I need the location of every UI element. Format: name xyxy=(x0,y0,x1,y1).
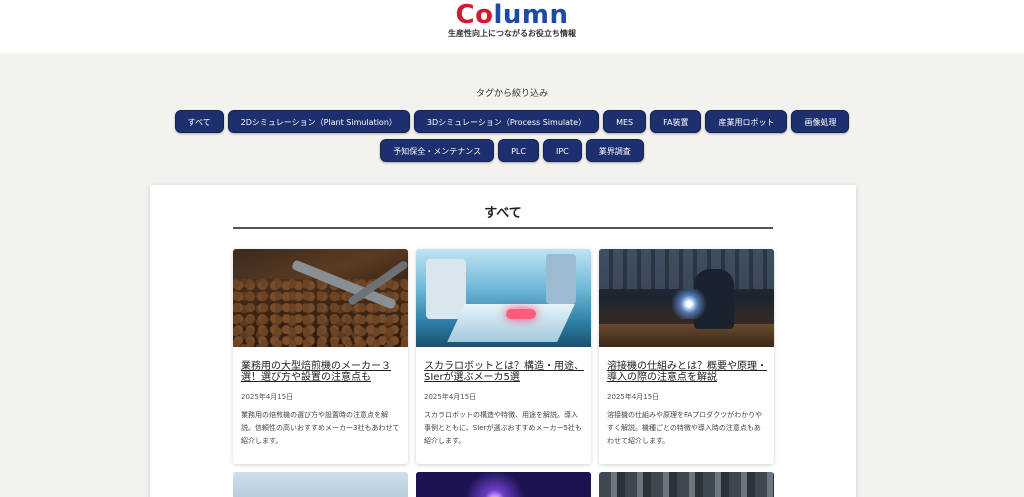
article-thumbnail[interactable] xyxy=(233,472,408,497)
coffee-roaster-image[interactable] xyxy=(233,249,408,347)
coffee-beans-shape xyxy=(233,279,408,347)
section-title: すべて xyxy=(484,206,522,221)
scara-robot-image[interactable] xyxy=(416,249,591,347)
article-title-link[interactable]: 業務用の大型焙煎機のメーカー３選！選び方や設置の注意点も xyxy=(241,361,401,383)
article-title-link[interactable]: 溶接機の仕組みとは？概要や原理・導入の際の注意点を解説 xyxy=(607,361,767,383)
section-divider xyxy=(233,227,773,229)
article-card[interactable]: スカラロボットとは？構造・用途、SIerが選ぶメーカ5選 2025年4月15日 … xyxy=(416,249,591,464)
tag-row-1: すべて 2Dシミュレーション（Plant Simulation） 3Dシミュレー… xyxy=(0,110,1024,133)
article-thumbnail[interactable] xyxy=(599,472,774,497)
factory-floor-shape xyxy=(599,324,774,347)
welding-image[interactable] xyxy=(599,249,774,347)
logo-part-red: Co xyxy=(455,0,494,30)
site-tagline: 生産性向上につながるお役立ち情報 xyxy=(448,29,576,38)
article-date: 2025年4月15日 xyxy=(424,393,477,401)
article-date: 2025年4月15日 xyxy=(241,393,294,401)
robot-arm-shape xyxy=(546,254,576,304)
article-card-partial[interactable] xyxy=(599,472,774,497)
article-card-partial[interactable] xyxy=(233,472,408,497)
article-description: 業務用の焙煎機の選び方や設置時の注意点を解説。信頼性の高いおすすめメーカー3社も… xyxy=(241,411,400,445)
tag-row-2: 予知保全・メンテナンス PLC IPC 業界調査 xyxy=(0,139,1024,162)
site-logo[interactable]: Column xyxy=(0,0,1024,30)
site-header: Column 生産性向上につながるお役立ち情報 xyxy=(0,0,1024,53)
tag-industry-research[interactable]: 業界調査 xyxy=(585,139,644,162)
article-date: 2025年4月15日 xyxy=(607,393,660,401)
tag-industrial-robot[interactable]: 産業用ロボット xyxy=(705,110,788,133)
tag-all[interactable]: すべて xyxy=(174,110,224,133)
tag-mes[interactable]: MES xyxy=(603,110,647,133)
factory-window-shape xyxy=(599,249,774,289)
article-thumbnail[interactable] xyxy=(416,472,591,497)
tag-predictive-maintenance[interactable]: 予知保全・メンテナンス xyxy=(380,139,495,162)
tag-3d-simulation[interactable]: 3Dシミュレーション（Process Simulate） xyxy=(413,110,600,133)
logo-part-blue: lumn xyxy=(493,0,569,30)
weld-spark-shape xyxy=(669,289,709,319)
tag-fa-equipment[interactable]: FA装置 xyxy=(650,110,702,133)
tag-ipc[interactable]: IPC xyxy=(542,139,582,162)
article-description: スカラロボットの構造や特徴、用途を解説。導入事例とともに、SIerが選ぶおすすめ… xyxy=(424,411,582,445)
tag-plc[interactable]: PLC xyxy=(498,139,539,162)
article-card[interactable]: 業務用の大型焙煎機のメーカー３選！選び方や設置の注意点も 2025年4月15日 … xyxy=(233,249,408,464)
article-title-link[interactable]: スカラロボットとは？構造・用途、SIerが選ぶメーカ5選 xyxy=(424,361,584,383)
article-card-partial[interactable] xyxy=(416,472,591,497)
article-panel: すべて 業務用の大型焙煎機のメーカー３選！選び方や設置の注意点も 2025年4月… xyxy=(150,185,856,497)
tag-2d-simulation[interactable]: 2Dシミュレーション（Plant Simulation） xyxy=(227,110,410,133)
article-description: 溶接機の仕組みや原理をFAプロダクツがわかりやすく解説。機種ごとの特徴や導入時の… xyxy=(607,411,763,445)
tag-image-processing[interactable]: 画像処理 xyxy=(791,110,850,133)
filter-title: タグから絞り込み xyxy=(475,89,548,99)
robot-arm-shape xyxy=(426,259,466,319)
article-card[interactable]: 溶接機の仕組みとは？概要や原理・導入の際の注意点を解説 2025年4月15日 溶… xyxy=(599,249,774,464)
light-glow-shape xyxy=(506,309,536,319)
